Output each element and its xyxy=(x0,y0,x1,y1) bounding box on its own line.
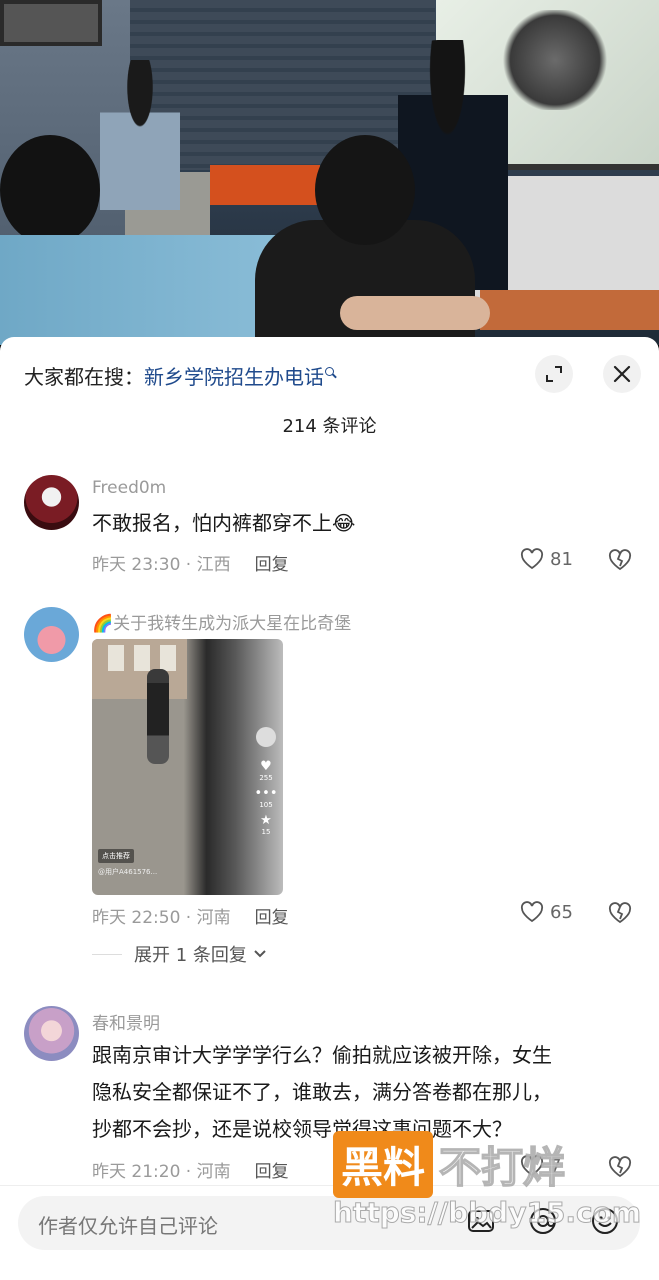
heart-icon xyxy=(520,548,544,570)
dislike-button[interactable] xyxy=(608,549,632,575)
video-person xyxy=(100,60,180,210)
watermark-logo: 黑料 xyxy=(333,1131,434,1198)
comment-username[interactable]: 春和景明 xyxy=(92,1009,160,1034)
attachment-uid: @用户A461576... xyxy=(98,868,158,876)
broken-heart-icon xyxy=(608,549,632,571)
avatar[interactable] xyxy=(24,475,79,530)
video-person xyxy=(315,135,415,245)
video-screen-object xyxy=(500,10,610,110)
reply-button[interactable]: 回复 xyxy=(255,908,289,928)
expand-button[interactable] xyxy=(535,355,573,393)
dislike-button[interactable] xyxy=(608,1156,632,1182)
comment-text: 不敢报名，怕内裤都穿不上😂 xyxy=(92,505,355,542)
like-count: 81 xyxy=(550,548,573,570)
trending-prefix: 大家都在搜： xyxy=(24,365,144,389)
expand-icon xyxy=(546,366,562,382)
comment-meta: 昨天 22:50 · 河南 回复 xyxy=(92,903,289,928)
comment-time-location: 昨天 22:50 · 河南 xyxy=(92,908,231,928)
heart-icon xyxy=(520,901,544,923)
comment-input-placeholder: 作者仅允许自己评论 xyxy=(38,1214,218,1238)
attachment-comments: 105 xyxy=(259,801,273,809)
divider xyxy=(92,953,122,955)
comment-text-line: 隐私安全都保证不了，谁敢去，满分答卷都在那儿， xyxy=(92,1080,552,1104)
search-icon xyxy=(325,367,334,376)
broken-heart-icon xyxy=(608,1156,632,1178)
comment-count: 214 条评论 xyxy=(282,416,377,437)
watermark-url: https://bbdy15.com xyxy=(332,1196,642,1230)
avatar[interactable] xyxy=(24,1006,79,1061)
video-podium xyxy=(210,165,320,205)
attachment-window xyxy=(160,645,176,671)
close-icon xyxy=(613,365,631,383)
comment-image-attachment[interactable]: ♥ 255 ••• 105 ★ 15 点击推荐 @用户A461576... xyxy=(92,639,283,895)
reply-button[interactable]: 回复 xyxy=(255,555,289,575)
video-player[interactable] xyxy=(0,0,659,345)
watermark-text: 不打烊 xyxy=(438,1142,566,1193)
close-button[interactable] xyxy=(603,355,641,393)
avatar[interactable] xyxy=(24,607,79,662)
expand-replies-button[interactable]: 展开 1 条回复 xyxy=(92,941,267,967)
like-button[interactable]: 65 xyxy=(520,901,573,923)
like-button[interactable]: 81 xyxy=(520,548,573,570)
comment-username[interactable]: 🌈关于我转生成为派大星在比奇堡 xyxy=(92,609,351,634)
comment-text-line: 跟南京审计大学学学行么？偷拍就应该被开除，女生 xyxy=(92,1043,552,1067)
broken-heart-icon xyxy=(608,902,632,924)
attachment-likes: 255 xyxy=(259,774,273,782)
trending-search-link[interactable]: 新乡学院招生办电话 xyxy=(144,365,324,389)
video-person-arm xyxy=(340,296,490,330)
comment-meta: 昨天 23:30 · 江西 回复 xyxy=(92,550,289,575)
expand-replies-label: 展开 1 条回复 xyxy=(134,945,247,966)
comment-text-body: 不敢报名，怕内裤都穿不上 xyxy=(92,511,332,535)
trending-search[interactable]: 大家都在搜：新乡学院招生办电话 xyxy=(24,361,334,390)
comment-time-location: 昨天 21:20 · 河南 xyxy=(92,1162,231,1182)
attachment-side-actions: ♥ 255 ••• 105 ★ 15 xyxy=(254,727,278,836)
video-frame xyxy=(0,0,102,46)
dislike-button[interactable] xyxy=(608,902,632,928)
attachment-window xyxy=(108,645,124,671)
comment-meta: 昨天 21:20 · 河南 回复 xyxy=(92,1157,289,1182)
laughing-emoji: 😂 xyxy=(332,511,356,535)
attachment-window xyxy=(134,645,150,671)
comment-time-location: 昨天 23:30 · 江西 xyxy=(92,555,231,575)
like-count: 65 xyxy=(550,901,573,923)
attachment-tag: 点击推荐 xyxy=(98,849,134,863)
video-floor xyxy=(480,290,659,330)
comment-username[interactable]: Freed0m xyxy=(92,478,166,498)
watermark: 黑料 不打烊 xyxy=(333,1131,566,1198)
chevron-down-icon xyxy=(254,950,266,958)
attachment-person xyxy=(147,669,169,764)
reply-button[interactable]: 回复 xyxy=(255,1162,289,1182)
video-person xyxy=(0,135,100,245)
attachment-favs: 15 xyxy=(261,828,271,836)
